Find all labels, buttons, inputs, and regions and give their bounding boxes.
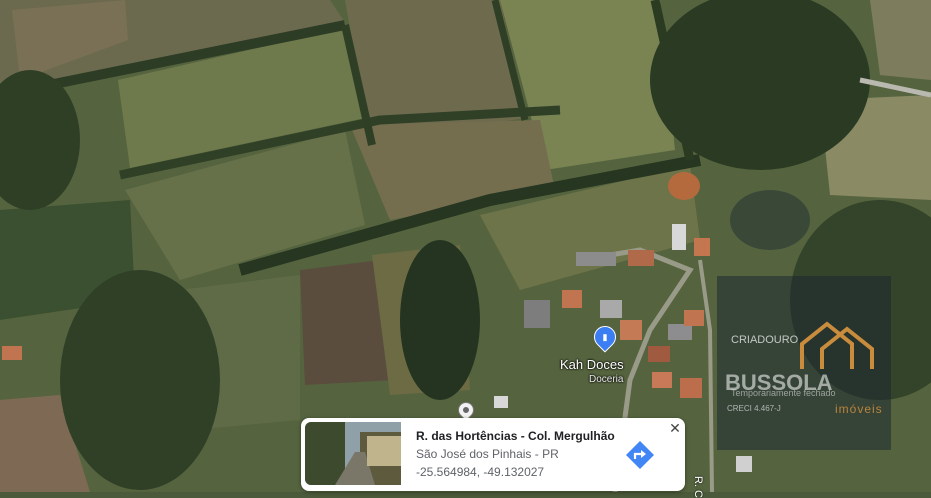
shopping-bag-icon: ▮ xyxy=(602,332,608,342)
watermark-creci: CRECI 4.467-J xyxy=(727,404,781,413)
poi-label-name[interactable]: Kah Doces xyxy=(560,357,624,372)
street-label: R. C xyxy=(692,476,704,498)
watermark-sub: Temporariamente fechado xyxy=(731,388,836,398)
close-icon[interactable]: ✕ xyxy=(667,420,683,436)
house-logo-icon xyxy=(800,321,874,369)
street-view-image xyxy=(305,422,401,485)
watermark: CRIADOURO BUSSOLA Temporariamente fechad… xyxy=(717,276,891,450)
street-view-thumbnail[interactable] xyxy=(305,422,401,485)
watermark-line1: CRIADOURO xyxy=(731,334,799,346)
poi-label-category: Doceria xyxy=(589,374,624,385)
card-address: São José dos Pinhais - PR xyxy=(416,447,559,461)
card-title: R. das Hortências - Col. Mergulhão xyxy=(416,429,615,443)
place-info-card[interactable]: R. das Hortências - Col. Mergulhão São J… xyxy=(301,418,685,491)
card-coordinates: -25.564984, -49.132027 xyxy=(416,465,545,479)
location-pin-dot xyxy=(461,405,471,415)
directions-icon[interactable] xyxy=(625,440,655,470)
watermark-imoveis: imóveis xyxy=(835,402,883,416)
